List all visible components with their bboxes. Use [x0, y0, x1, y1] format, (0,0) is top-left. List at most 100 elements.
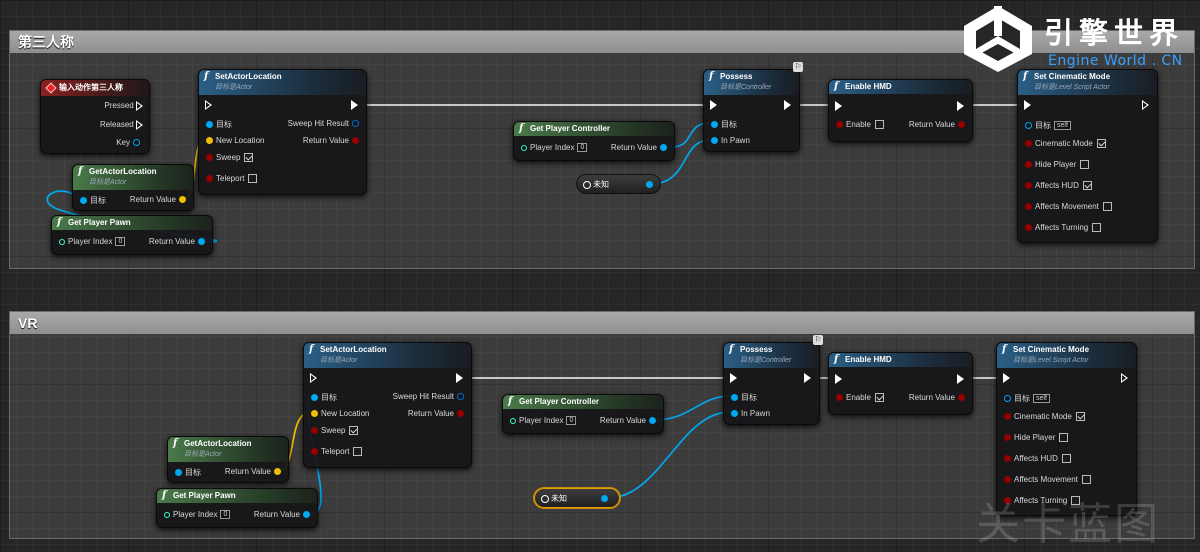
- player-index-pin[interactable]: [59, 238, 65, 245]
- target-self-value[interactable]: self: [1054, 121, 1071, 131]
- teleport-pin[interactable]: [206, 175, 213, 183]
- enable-hmd-node[interactable]: f Enable HMD Enable Return Value: [828, 352, 973, 415]
- return-value-pin[interactable]: [179, 196, 186, 204]
- target-pin[interactable]: [731, 394, 738, 402]
- exec-in-pin[interactable]: [730, 373, 737, 383]
- set-actor-location-node[interactable]: f SetActorLocation 目标是Actor 目标 Sweep Hit R…: [303, 342, 472, 468]
- enable-pin[interactable]: [836, 121, 843, 129]
- affects-movement-checkbox[interactable]: [1081, 475, 1091, 485]
- affects-hud-pin[interactable]: [1004, 455, 1011, 463]
- cinematic-mode-checkbox[interactable]: [1096, 139, 1106, 149]
- affects-movement-pin[interactable]: [1025, 203, 1032, 211]
- set-actor-location-node[interactable]: f SetActorLocation 目标是Actor 目标 Sweep Hit R…: [198, 69, 367, 195]
- hide-player-pin[interactable]: [1004, 434, 1011, 442]
- return-value-pin[interactable]: [457, 410, 464, 418]
- target-pin[interactable]: [175, 469, 182, 477]
- affects-turning-checkbox[interactable]: [1092, 223, 1102, 233]
- exec-out-pin[interactable]: [351, 100, 358, 110]
- hide-player-checkbox[interactable]: [1059, 433, 1069, 443]
- player-index-input[interactable]: 0: [577, 143, 588, 153]
- return-value-pin[interactable]: [958, 121, 965, 129]
- exec-out-pin[interactable]: [456, 373, 463, 383]
- hit-result-pin[interactable]: [457, 393, 464, 401]
- exec-out-pin[interactable]: [804, 373, 811, 383]
- target-pin[interactable]: [80, 197, 87, 205]
- possess-node[interactable]: f Possess 目标是Controller ⚐ 目标 In Pawn: [703, 62, 803, 152]
- exec-out-pin[interactable]: [1142, 100, 1149, 110]
- exec-pin-released[interactable]: [136, 120, 143, 130]
- return-value-pin[interactable]: [649, 417, 656, 425]
- exec-out-pin[interactable]: [784, 100, 791, 110]
- player-index-pin[interactable]: [510, 417, 516, 424]
- player-index-input[interactable]: 0: [566, 416, 577, 426]
- unknown-variable-node-selected[interactable]: 未知: [534, 488, 620, 508]
- exec-in-pin[interactable]: [835, 101, 842, 111]
- variable-output-pin[interactable]: [646, 181, 653, 188]
- exec-in-pin[interactable]: [710, 100, 717, 110]
- return-value-pin[interactable]: [198, 238, 205, 246]
- affects-hud-checkbox[interactable]: [1082, 181, 1092, 191]
- exec-out-pin[interactable]: [957, 101, 964, 111]
- set-cinematic-mode-node[interactable]: f Set Cinematic Mode 目标是Level Script Actor…: [1017, 69, 1158, 243]
- affects-turning-pin[interactable]: [1025, 224, 1032, 232]
- sweep-pin[interactable]: [206, 154, 213, 162]
- target-pin[interactable]: [711, 121, 718, 129]
- sweep-checkbox[interactable]: [349, 426, 359, 436]
- player-index-pin[interactable]: [521, 144, 527, 151]
- return-value-pin[interactable]: [274, 468, 281, 476]
- new-location-pin[interactable]: [311, 410, 318, 418]
- enable-hmd-node[interactable]: f Enable HMD Enable Return Value: [828, 79, 973, 142]
- exec-out-pin[interactable]: [1121, 373, 1128, 383]
- target-self-value[interactable]: self: [1033, 394, 1050, 404]
- cinematic-mode-checkbox[interactable]: [1075, 412, 1085, 422]
- target-pin[interactable]: [1004, 395, 1011, 403]
- enable-pin[interactable]: [836, 394, 843, 402]
- return-value-pin[interactable]: [958, 394, 965, 402]
- affects-movement-pin[interactable]: [1004, 476, 1011, 484]
- enable-checkbox[interactable]: [874, 393, 884, 403]
- exec-pin-pressed[interactable]: [136, 101, 143, 111]
- get-actor-location-node[interactable]: f GetActorLocation 目标是Actor 目标 Return Valu…: [167, 436, 289, 483]
- unknown-variable-node[interactable]: 未知: [576, 174, 661, 194]
- teleport-checkbox[interactable]: [248, 174, 258, 184]
- player-index-input[interactable]: 0: [220, 510, 231, 520]
- teleport-pin[interactable]: [311, 448, 318, 456]
- exec-out-pin[interactable]: [957, 374, 964, 384]
- possess-node[interactable]: f Possess 目标是Controller ⚐ 目标 In Pawn: [723, 335, 823, 425]
- target-pin[interactable]: [311, 394, 318, 402]
- get-actor-location-node[interactable]: f GetActorLocation 目标是Actor 目标 Return Valu…: [72, 164, 194, 211]
- hide-player-checkbox[interactable]: [1080, 160, 1090, 170]
- exec-in-pin[interactable]: [1024, 100, 1031, 110]
- player-index-input[interactable]: 0: [115, 237, 126, 247]
- in-pawn-pin[interactable]: [711, 137, 718, 145]
- affects-hud-pin[interactable]: [1025, 182, 1032, 190]
- sweep-checkbox[interactable]: [244, 153, 254, 163]
- hide-player-pin[interactable]: [1025, 161, 1032, 169]
- get-player-pawn-node[interactable]: f Get Player Pawn Player Index 0 Return Va…: [156, 488, 318, 528]
- cinematic-mode-pin[interactable]: [1025, 140, 1032, 148]
- get-player-pawn-node[interactable]: f Get Player Pawn Player Index 0 Return Va…: [51, 215, 213, 255]
- teleport-checkbox[interactable]: [353, 447, 363, 457]
- key-pin[interactable]: [133, 139, 140, 147]
- exec-in-pin[interactable]: [205, 100, 212, 110]
- return-value-pin[interactable]: [303, 511, 310, 519]
- return-value-pin[interactable]: [660, 144, 667, 152]
- exec-in-pin[interactable]: [310, 373, 317, 383]
- cinematic-mode-pin[interactable]: [1004, 413, 1011, 421]
- variable-output-pin[interactable]: [601, 495, 608, 502]
- enable-checkbox[interactable]: [874, 120, 884, 130]
- affects-hud-checkbox[interactable]: [1061, 454, 1071, 464]
- hit-result-pin[interactable]: [352, 120, 359, 128]
- get-player-controller-node[interactable]: f Get Player Controller Player Index 0 Ret…: [502, 394, 664, 434]
- input-action-node[interactable]: 输入动作第三人称 Pressed Released Key: [40, 79, 150, 154]
- exec-in-pin[interactable]: [1003, 373, 1010, 383]
- comment-title[interactable]: VR: [10, 312, 1194, 334]
- affects-movement-checkbox[interactable]: [1102, 202, 1112, 212]
- in-pawn-pin[interactable]: [731, 410, 738, 418]
- target-pin[interactable]: [1025, 122, 1032, 130]
- sweep-pin[interactable]: [311, 427, 318, 435]
- get-player-controller-node[interactable]: f Get Player Controller Player Index 0 Ret…: [513, 121, 675, 161]
- target-pin[interactable]: [206, 121, 213, 129]
- exec-in-pin[interactable]: [835, 374, 842, 384]
- player-index-pin[interactable]: [164, 511, 170, 518]
